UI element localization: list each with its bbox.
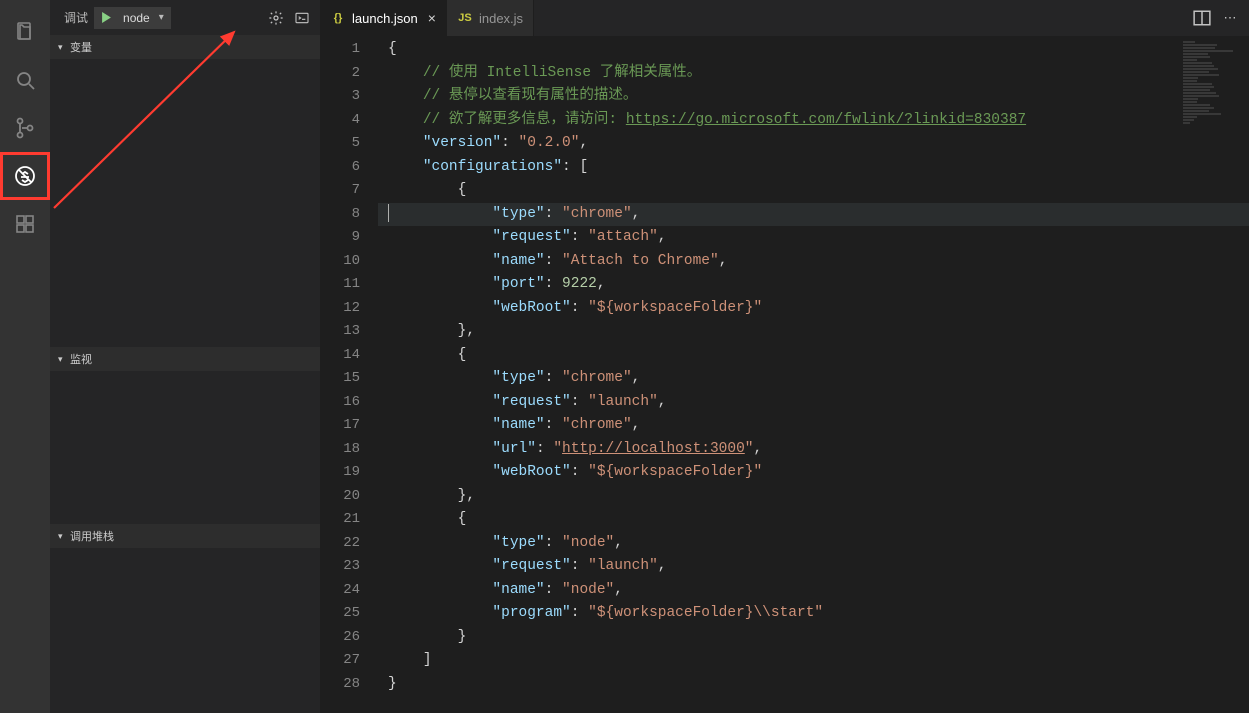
search-icon[interactable] (0, 56, 50, 104)
section-variables-body (50, 59, 320, 347)
section-callstack[interactable]: 调用堆栈 (50, 524, 320, 548)
close-icon[interactable]: × (424, 10, 436, 26)
debug-title: 调试 (64, 9, 88, 26)
section-watch-body (50, 371, 320, 524)
explorer-icon[interactable] (0, 8, 50, 56)
source-control-icon[interactable] (0, 104, 50, 152)
debug-header: 调试 node (50, 0, 320, 35)
json-file-icon: {} (330, 10, 346, 26)
editor-group: {} launch.json × JS index.js ⋯ 123456789… (320, 0, 1249, 713)
tab-bar: {} launch.json × JS index.js ⋯ (320, 0, 1249, 36)
editor[interactable]: 1234567891011121314151617181920212223242… (320, 36, 1249, 713)
tab-label: index.js (479, 11, 523, 26)
start-debug-icon[interactable] (95, 8, 117, 28)
js-file-icon: JS (457, 10, 473, 26)
tab-index-js[interactable]: JS index.js (447, 0, 534, 36)
code-area[interactable]: { // 使用 IntelliSense 了解相关属性。 // 悬停以查看现有属… (378, 36, 1249, 713)
debug-icon[interactable] (0, 152, 50, 200)
extensions-icon[interactable] (0, 200, 50, 248)
section-variables[interactable]: 变量 (50, 35, 320, 59)
line-gutter: 1234567891011121314151617181920212223242… (320, 36, 378, 713)
minimap[interactable] (1183, 40, 1245, 150)
more-icon[interactable]: ⋯ (1221, 9, 1239, 27)
debug-config-selector[interactable]: node (94, 7, 171, 29)
debug-side-panel: 调试 node 变量 监视 调用堆栈 (50, 0, 320, 713)
section-callstack-body (50, 548, 320, 713)
gear-icon[interactable] (266, 8, 286, 28)
debug-console-icon[interactable] (292, 8, 312, 28)
split-editor-icon[interactable] (1193, 9, 1211, 27)
section-watch[interactable]: 监视 (50, 347, 320, 371)
debug-config-name[interactable]: node (117, 11, 170, 25)
tab-launch-json[interactable]: {} launch.json × (320, 0, 447, 36)
activity-bar (0, 0, 50, 713)
tab-label: launch.json (352, 11, 418, 26)
